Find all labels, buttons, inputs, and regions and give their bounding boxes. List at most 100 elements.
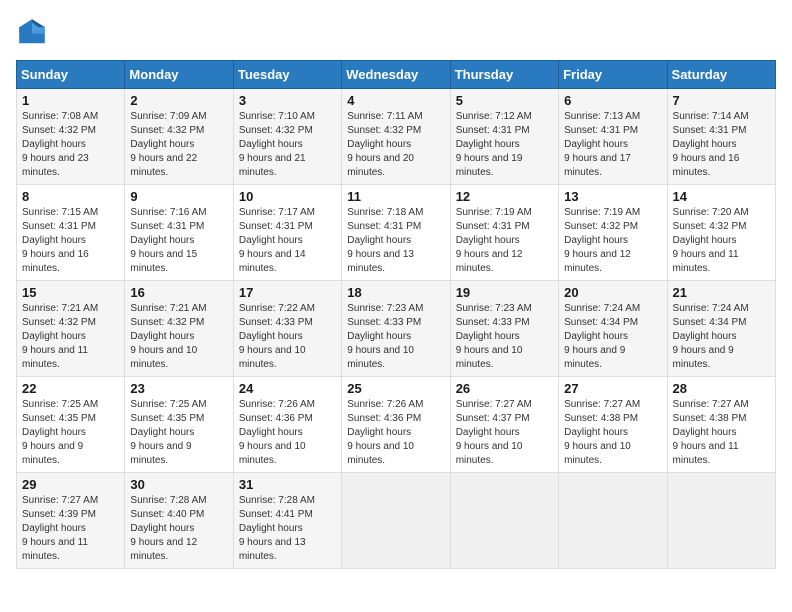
day-info: Sunrise: 7:23 AMSunset: 4:33 PMDaylight … [456,302,553,372]
calendar-cell: 12 Sunrise: 7:19 AMSunset: 4:31 PMDayligh… [450,185,558,281]
day-number: 30 [130,477,227,492]
calendar-cell: 31Sunrise: 7:28 AMSunset: 4:41 PMDayligh… [233,473,341,569]
day-info: Sunrise: 7:21 AMSunset: 4:32 PMDaylight … [22,302,119,372]
calendar-cell: 13 Sunrise: 7:19 AMSunset: 4:32 PMDayligh… [559,185,667,281]
calendar-cell: 11 Sunrise: 7:18 AMSunset: 4:31 PMDayligh… [342,185,450,281]
day-info: Sunrise: 7:20 AMSunset: 4:32 PMDaylight … [673,206,770,276]
day-number: 4 [347,93,444,108]
day-info: Sunrise: 7:14 AMSunset: 4:31 PMDaylight … [673,110,770,180]
day-number: 31 [239,477,336,492]
calendar-cell: 26 Sunrise: 7:27 AMSunset: 4:37 PMDayligh… [450,377,558,473]
day-number: 10 [239,189,336,204]
day-number: 3 [239,93,336,108]
day-info: Sunrise: 7:15 AMSunset: 4:31 PMDaylight … [22,206,119,276]
day-info: Sunrise: 7:10 AMSunset: 4:32 PMDaylight … [239,110,336,180]
weekday-header-friday: Friday [559,61,667,89]
day-info: Sunrise: 7:27 AMSunset: 4:37 PMDaylight … [456,398,553,468]
day-number: 8 [22,189,119,204]
calendar-header: SundayMondayTuesdayWednesdayThursdayFrid… [17,61,776,89]
day-number: 27 [564,381,661,396]
calendar-cell: 5Sunrise: 7:12 AMSunset: 4:31 PMDaylight… [450,89,558,185]
calendar-cell: 20Sunrise: 7:24 AMSunset: 4:34 PMDayligh… [559,281,667,377]
calendar-cell: 18 Sunrise: 7:23 AMSunset: 4:33 PMDayligh… [342,281,450,377]
day-info: Sunrise: 7:27 AMSunset: 4:38 PMDaylight … [673,398,770,468]
day-number: 22 [22,381,119,396]
day-info: Sunrise: 7:19 AMSunset: 4:32 PMDaylight … [564,206,661,276]
weekday-header-monday: Monday [125,61,233,89]
day-number: 24 [239,381,336,396]
day-info: Sunrise: 7:16 AMSunset: 4:31 PMDaylight … [130,206,227,276]
calendar-cell: 28 Sunrise: 7:27 AMSunset: 4:38 PMDayligh… [667,377,775,473]
calendar-cell [450,473,558,569]
calendar-cell: 22 Sunrise: 7:25 AMSunset: 4:35 PMDayligh… [17,377,125,473]
calendar-cell: 10 Sunrise: 7:17 AMSunset: 4:31 PMDayligh… [233,185,341,281]
day-number: 23 [130,381,227,396]
calendar-cell: 30 Sunrise: 7:28 AMSunset: 4:40 PMDayligh… [125,473,233,569]
page-header [16,16,776,48]
day-number: 25 [347,381,444,396]
day-number: 9 [130,189,227,204]
calendar-cell: 29 Sunrise: 7:27 AMSunset: 4:39 PMDayligh… [17,473,125,569]
logo-icon [16,16,48,48]
day-info: Sunrise: 7:26 AMSunset: 4:36 PMDaylight … [347,398,444,468]
calendar-cell [667,473,775,569]
day-number: 2 [130,93,227,108]
day-number: 14 [673,189,770,204]
day-number: 18 [347,285,444,300]
day-number: 12 [456,189,553,204]
calendar-week-1: 1 Sunrise: 7:08 AMSunset: 4:32 PMDaylight… [17,89,776,185]
day-number: 21 [673,285,770,300]
day-info: Sunrise: 7:24 AMSunset: 4:34 PMDaylight … [673,302,770,372]
day-info: Sunrise: 7:27 AMSunset: 4:38 PMDaylight … [564,398,661,468]
day-number: 7 [673,93,770,108]
day-info: Sunrise: 7:12 AMSunset: 4:31 PMDaylight … [456,110,553,180]
day-number: 26 [456,381,553,396]
day-info: Sunrise: 7:11 AMSunset: 4:32 PMDaylight … [347,110,444,180]
day-info: Sunrise: 7:19 AMSunset: 4:31 PMDaylight … [456,206,553,276]
calendar-cell: 21 Sunrise: 7:24 AMSunset: 4:34 PMDayligh… [667,281,775,377]
calendar-cell: 8 Sunrise: 7:15 AMSunset: 4:31 PMDaylight… [17,185,125,281]
day-info: Sunrise: 7:28 AMSunset: 4:40 PMDaylight … [130,494,227,564]
calendar-table: SundayMondayTuesdayWednesdayThursdayFrid… [16,60,776,569]
calendar-cell: 9 Sunrise: 7:16 AMSunset: 4:31 PMDaylight… [125,185,233,281]
calendar-week-2: 8 Sunrise: 7:15 AMSunset: 4:31 PMDaylight… [17,185,776,281]
day-number: 1 [22,93,119,108]
calendar-cell: 17Sunrise: 7:22 AMSunset: 4:33 PMDayligh… [233,281,341,377]
day-number: 6 [564,93,661,108]
weekday-header-saturday: Saturday [667,61,775,89]
day-number: 28 [673,381,770,396]
day-info: Sunrise: 7:23 AMSunset: 4:33 PMDaylight … [347,302,444,372]
day-number: 29 [22,477,119,492]
day-info: Sunrise: 7:18 AMSunset: 4:31 PMDaylight … [347,206,444,276]
calendar-cell: 3 Sunrise: 7:10 AMSunset: 4:32 PMDaylight… [233,89,341,185]
calendar-cell: 27 Sunrise: 7:27 AMSunset: 4:38 PMDayligh… [559,377,667,473]
calendar-week-4: 22 Sunrise: 7:25 AMSunset: 4:35 PMDayligh… [17,377,776,473]
calendar-cell: 4 Sunrise: 7:11 AMSunset: 4:32 PMDaylight… [342,89,450,185]
calendar-cell: 1 Sunrise: 7:08 AMSunset: 4:32 PMDaylight… [17,89,125,185]
weekday-header-row: SundayMondayTuesdayWednesdayThursdayFrid… [17,61,776,89]
calendar-cell: 2Sunrise: 7:09 AMSunset: 4:32 PMDaylight… [125,89,233,185]
weekday-header-tuesday: Tuesday [233,61,341,89]
day-info: Sunrise: 7:24 AMSunset: 4:34 PMDaylight … [564,302,661,372]
calendar-cell [559,473,667,569]
day-info: Sunrise: 7:25 AMSunset: 4:35 PMDaylight … [22,398,119,468]
calendar-cell: 25 Sunrise: 7:26 AMSunset: 4:36 PMDayligh… [342,377,450,473]
day-info: Sunrise: 7:22 AMSunset: 4:33 PMDaylight … [239,302,336,372]
calendar-cell: 15 Sunrise: 7:21 AMSunset: 4:32 PMDayligh… [17,281,125,377]
calendar-cell: 6Sunrise: 7:13 AMSunset: 4:31 PMDaylight… [559,89,667,185]
calendar-cell [342,473,450,569]
calendar-week-5: 29 Sunrise: 7:27 AMSunset: 4:39 PMDayligh… [17,473,776,569]
day-number: 11 [347,189,444,204]
day-info: Sunrise: 7:27 AMSunset: 4:39 PMDaylight … [22,494,119,564]
calendar-cell: 7 Sunrise: 7:14 AMSunset: 4:31 PMDaylight… [667,89,775,185]
weekday-header-wednesday: Wednesday [342,61,450,89]
calendar-cell: 24Sunrise: 7:26 AMSunset: 4:36 PMDayligh… [233,377,341,473]
day-number: 15 [22,285,119,300]
day-number: 16 [130,285,227,300]
day-number: 13 [564,189,661,204]
calendar-body: 1 Sunrise: 7:08 AMSunset: 4:32 PMDaylight… [17,89,776,569]
logo [16,16,52,48]
day-info: Sunrise: 7:17 AMSunset: 4:31 PMDaylight … [239,206,336,276]
calendar-cell: 14 Sunrise: 7:20 AMSunset: 4:32 PMDayligh… [667,185,775,281]
day-info: Sunrise: 7:08 AMSunset: 4:32 PMDaylight … [22,110,119,180]
